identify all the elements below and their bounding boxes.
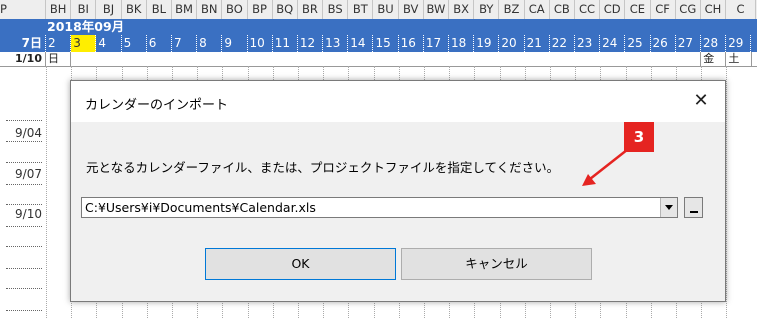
day-cell[interactable]: 7 <box>172 35 198 52</box>
column-header-ca[interactable]: CA <box>525 0 550 19</box>
day-cell[interactable]: 10 <box>248 35 273 52</box>
file-path-combobox[interactable]: C:¥Users¥i¥Documents¥Calendar.xls <box>81 197 678 218</box>
ok-button[interactable]: OK <box>205 248 396 280</box>
day-number-row: 7日 2 3 4 5 6 7 8 9 10 11 12 13 14 15 16 17 18 19 20 21 22 23 24… <box>0 35 757 52</box>
column-header-bw[interactable]: BW <box>424 0 449 19</box>
day-cell-today[interactable]: 3 <box>71 35 97 52</box>
column-header-bo[interactable]: BO <box>222 0 248 19</box>
day-cell[interactable]: 29 <box>726 35 752 52</box>
week-lead-label: 1/10 <box>0 52 46 66</box>
column-header-cb[interactable]: CB <box>550 0 575 19</box>
column-header-bk[interactable]: BK <box>122 0 147 19</box>
column-header-bz[interactable]: BZ <box>499 0 525 19</box>
column-header-bv[interactable]: BV <box>399 0 424 19</box>
column-header-row: P BH BI BJ BK BL BM BN BO BP BQ BR BS BT BU BV BW BX BY BZ C… <box>0 0 757 20</box>
column-header-cd[interactable]: CD <box>600 0 626 19</box>
column-header-ce[interactable]: CE <box>625 0 651 19</box>
day-cell[interactable]: 11 <box>273 35 298 52</box>
day-cell[interactable]: 2 <box>46 35 72 52</box>
day-cell[interactable]: 17 <box>424 35 449 52</box>
day-cell[interactable]: 5 <box>122 35 147 52</box>
day-cell[interactable]: 19 <box>474 35 500 52</box>
column-header-bq[interactable]: BQ <box>273 0 298 19</box>
browse-button[interactable] <box>684 197 703 218</box>
day-cell[interactable]: 27 <box>676 35 701 52</box>
file-path-value[interactable]: C:¥Users¥i¥Documents¥Calendar.xls <box>85 198 316 217</box>
weekday-hidden-span <box>71 52 702 66</box>
instruction-text: 元となるカレンダーファイル、または、プロジェクトファイルを指定してください。 <box>86 160 560 175</box>
row-label-column: 9/04 9/07 9/10 <box>0 66 46 318</box>
close-icon[interactable]: ✕ <box>687 87 715 115</box>
row-separator <box>6 288 42 289</box>
column-header-corner: P <box>0 0 46 19</box>
import-calendar-dialog: カレンダーのインポート ✕ 元となるカレンダーファイル、または、プロジェクトファ… <box>70 80 726 302</box>
day-cell[interactable]: 25 <box>625 35 651 52</box>
day-cell[interactable]: 22 <box>550 35 575 52</box>
column-header-bj[interactable]: BJ <box>96 0 122 19</box>
day-cell[interactable]: 20 <box>499 35 525 52</box>
cancel-button[interactable]: キャンセル <box>401 248 592 280</box>
day-cell[interactable]: 28 <box>701 35 727 52</box>
day-cell[interactable]: 6 <box>147 35 172 52</box>
grid-line <box>726 66 728 318</box>
row-separator <box>6 120 42 121</box>
underscore-icon <box>690 211 698 213</box>
day-cell[interactable]: 14 <box>348 35 374 52</box>
column-header-bn[interactable]: BN <box>197 0 223 19</box>
column-header-bp[interactable]: BP <box>248 0 273 19</box>
column-header-by[interactable]: BY <box>474 0 500 19</box>
day-cell[interactable]: 8 <box>197 35 223 52</box>
row-separator <box>6 141 42 142</box>
day-cell[interactable]: 15 <box>373 35 399 52</box>
column-header-bh[interactable]: BH <box>46 0 72 19</box>
column-header-c[interactable]: C <box>726 0 757 19</box>
day-cell[interactable]: 21 <box>525 35 550 52</box>
day-cell[interactable]: 26 <box>651 35 676 52</box>
row-date-label: 9/07 <box>15 167 42 181</box>
weekday-cell[interactable]: 日 <box>46 52 72 66</box>
row-separator <box>6 246 42 247</box>
column-header-bt[interactable]: BT <box>348 0 374 19</box>
column-header-cc[interactable]: CC <box>575 0 601 19</box>
step-number-badge: 3 <box>624 122 654 152</box>
column-header-cg[interactable]: CG <box>676 0 701 19</box>
column-header-bm[interactable]: BM <box>172 0 198 19</box>
day-cell[interactable]: 12 <box>298 35 324 52</box>
month-label: 2018年09月 <box>47 19 125 34</box>
day-cell[interactable]: 4 <box>96 35 122 52</box>
grid-line <box>46 66 47 318</box>
column-header-bu[interactable]: BU <box>373 0 399 19</box>
row-separator <box>6 204 42 205</box>
row-date-label: 9/04 <box>15 126 42 140</box>
column-header-br[interactable]: BR <box>298 0 324 19</box>
row-separator <box>6 268 42 269</box>
day-cell[interactable]: 9 <box>222 35 248 52</box>
day-cell[interactable]: 13 <box>323 35 349 52</box>
day-cell[interactable]: 16 <box>399 35 424 52</box>
column-header-bl[interactable]: BL <box>147 0 172 19</box>
day-cell[interactable]: 24 <box>600 35 626 52</box>
day-cell[interactable]: 23 <box>575 35 601 52</box>
weekday-cell[interactable]: 金 <box>701 52 727 66</box>
row-date-label: 9/10 <box>15 207 42 221</box>
chevron-down-icon <box>665 205 673 210</box>
column-header-bs[interactable]: BS <box>323 0 349 19</box>
row-separator <box>6 310 42 311</box>
column-header-bx[interactable]: BX <box>449 0 475 19</box>
column-header-cf[interactable]: CF <box>651 0 676 19</box>
day-lead-label: 7日 <box>0 35 46 52</box>
weekday-cell[interactable]: 土 <box>726 52 752 66</box>
weekday-row: 1/10 日 金土 <box>0 52 757 67</box>
column-header-ch[interactable]: CH <box>701 0 727 19</box>
month-header-lead <box>0 19 46 35</box>
row-separator <box>6 226 42 227</box>
day-cell[interactable]: 18 <box>449 35 475 52</box>
row-separator <box>6 162 42 163</box>
month-header-row: 2018年09月 <box>0 19 757 35</box>
column-header-bi[interactable]: BI <box>71 0 97 19</box>
row-separator <box>6 184 42 185</box>
dropdown-button[interactable] <box>660 198 677 217</box>
dialog-title: カレンダーのインポート <box>85 98 229 113</box>
